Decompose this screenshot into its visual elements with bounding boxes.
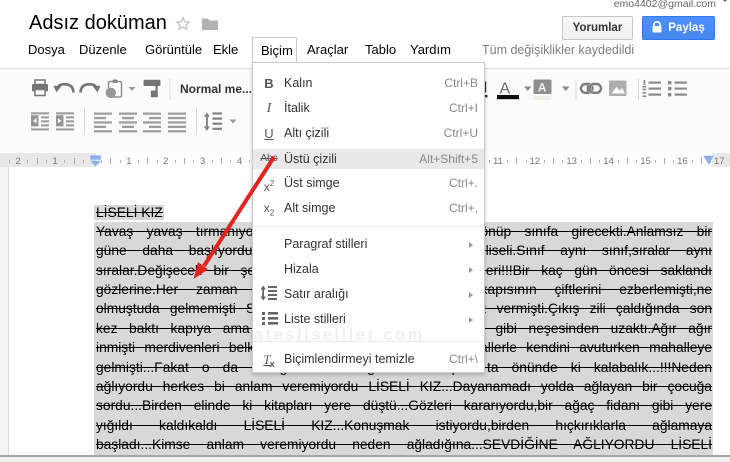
svg-text:A: A [500,81,511,98]
svg-text:A: A [538,83,546,95]
